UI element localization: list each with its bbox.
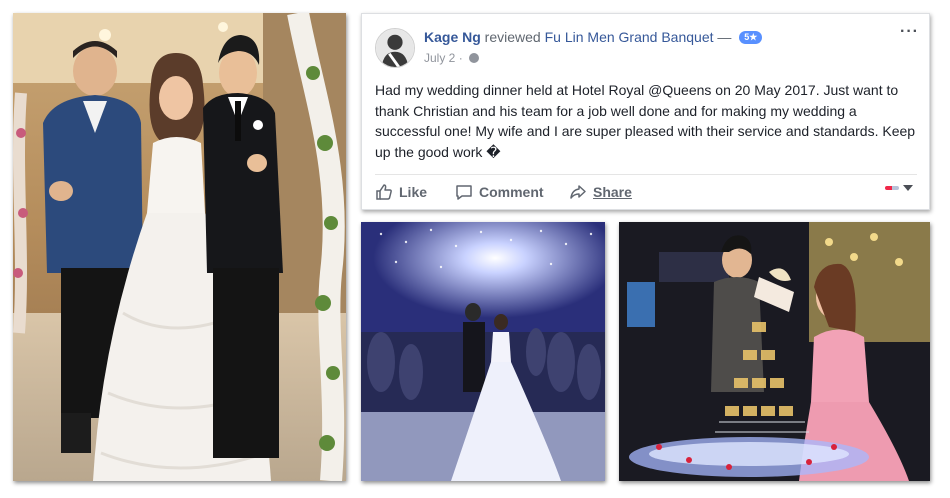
divider (375, 174, 917, 175)
review-action-text: reviewed (480, 29, 545, 45)
wedding-group-photo (13, 13, 346, 481)
review-collage: Kage Ng reviewed Fu Lin Men Grand Banque… (0, 0, 950, 498)
photo-couple-with-guest-icon (13, 13, 346, 481)
comment-icon (456, 185, 472, 200)
review-meta: July 2 · (424, 51, 480, 65)
meta-dot: · (455, 51, 467, 65)
chevron-down-icon (903, 185, 913, 191)
comment-button[interactable]: Comment (455, 181, 544, 203)
like-label: Like (399, 184, 428, 200)
page-name-link[interactable]: Fu Lin Men Grand Banquet (545, 29, 714, 45)
review-text: Had my wedding dinner held at Hotel Roya… (375, 82, 916, 160)
comment-label: Comment (479, 184, 544, 200)
reaction-selector[interactable] (885, 185, 913, 191)
reviewer-avatar-icon (376, 29, 414, 67)
wedding-march-photo (361, 222, 605, 481)
share-button[interactable]: Share (569, 181, 632, 203)
share-icon (570, 185, 586, 199)
review-header: Kage Ng reviewed Fu Lin Men Grand Banque… (424, 29, 763, 45)
share-label: Share (593, 184, 632, 200)
photo-couple-walking-hall-icon (361, 222, 605, 481)
champagne-tower-photo (619, 222, 930, 481)
header-separator: — (713, 29, 736, 45)
avatar[interactable] (375, 28, 415, 68)
review-date[interactable]: July 2 (424, 51, 455, 65)
like-button[interactable]: Like (375, 181, 427, 203)
more-options-icon[interactable]: ··· (900, 23, 919, 41)
review-card: Kage Ng reviewed Fu Lin Men Grand Banque… (361, 13, 930, 210)
rating-badge: 5★ (739, 31, 763, 44)
photo-champagne-tower-icon (619, 222, 930, 481)
reviewer-name[interactable]: Kage Ng (424, 29, 481, 45)
reaction-flag-icon (885, 186, 899, 190)
thumbs-up-icon (376, 184, 392, 200)
globe-icon (469, 53, 480, 63)
